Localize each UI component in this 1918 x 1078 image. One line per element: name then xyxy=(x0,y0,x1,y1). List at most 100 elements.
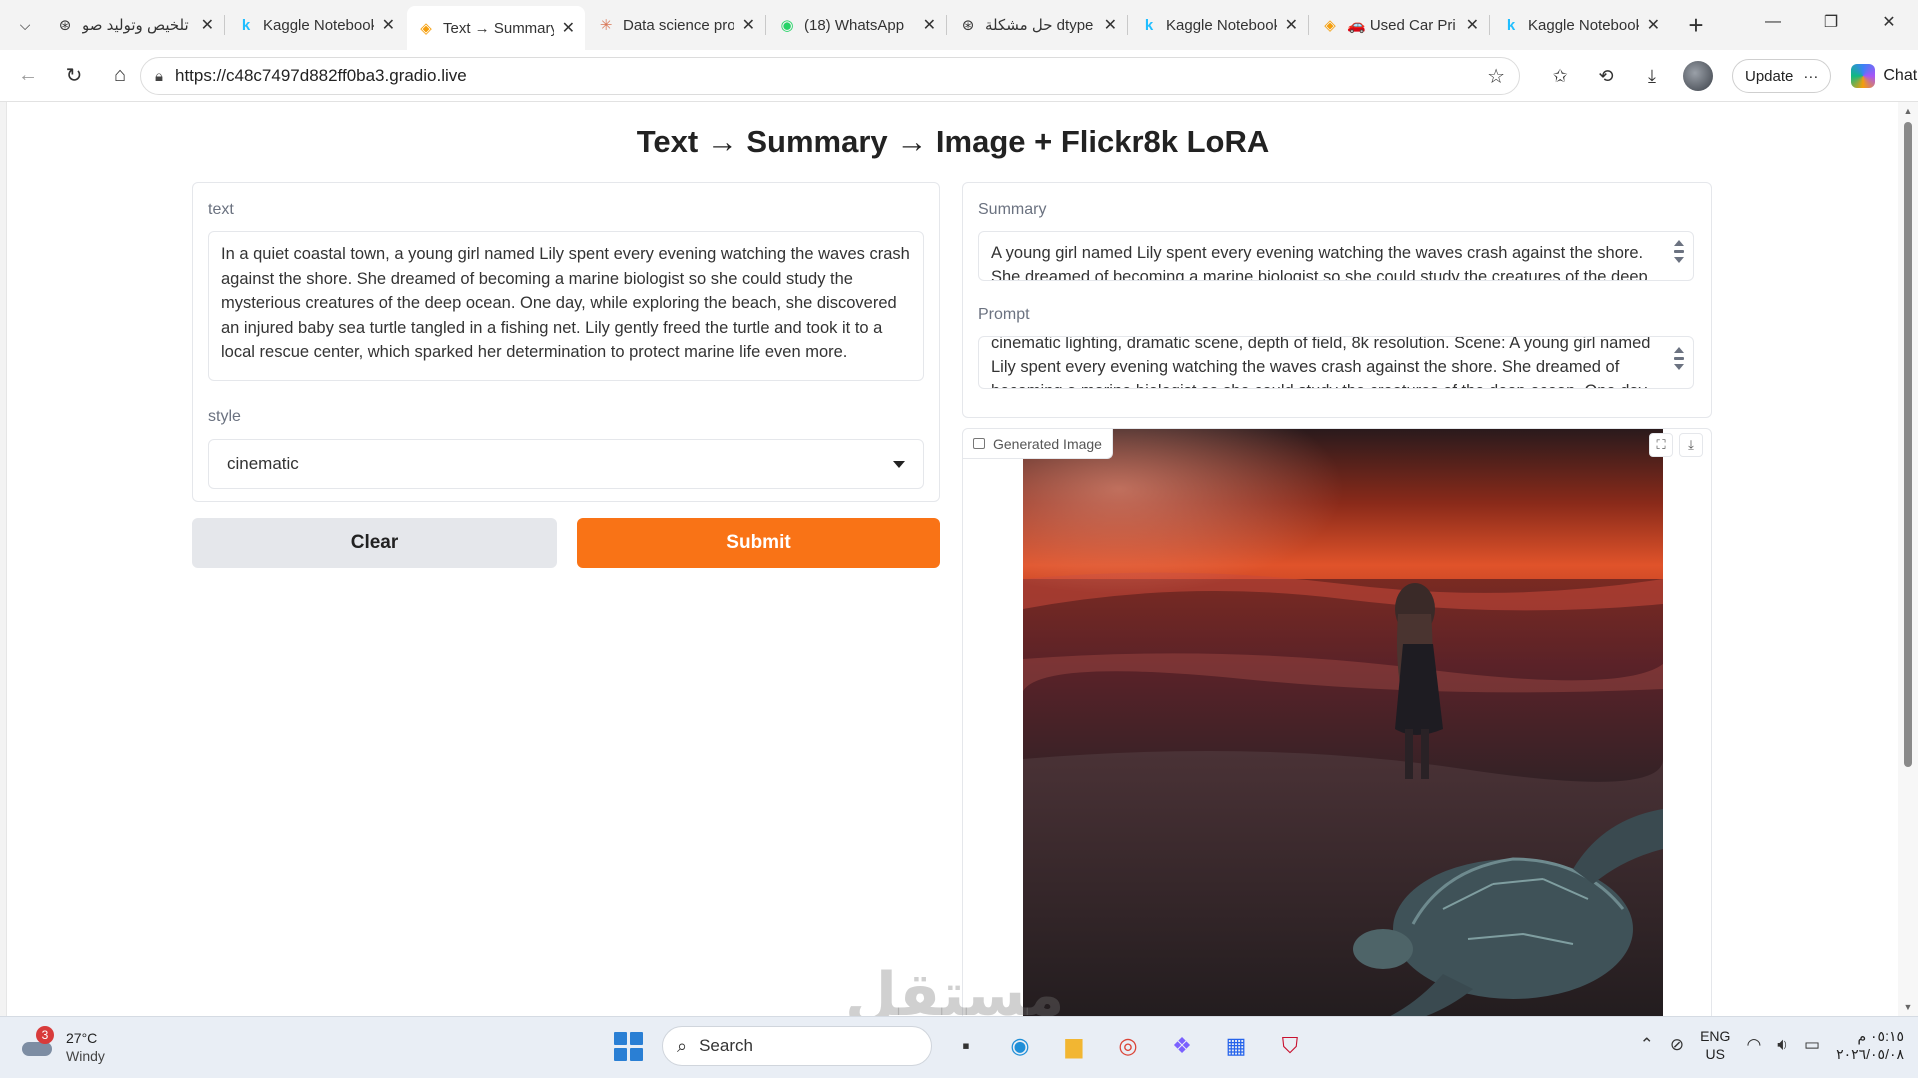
language-indicator[interactable]: ENG US xyxy=(1700,1027,1730,1063)
task-view-button[interactable]: ▪ xyxy=(946,1026,986,1066)
close-tab-icon[interactable]: ✕ xyxy=(382,15,395,35)
close-tab-icon[interactable]: ✕ xyxy=(1104,15,1117,35)
search-icon: ⌕ xyxy=(677,1035,688,1056)
close-tab-icon[interactable]: ✕ xyxy=(201,15,214,35)
language-line2: US xyxy=(1705,1046,1725,1062)
chevron-up-icon[interactable]: ⌃ xyxy=(1640,1035,1654,1055)
store-icon[interactable]: ▦ xyxy=(1216,1026,1256,1066)
copilot-app-icon[interactable]: ❖ xyxy=(1162,1026,1202,1066)
site-info-icon[interactable]: 🔒︎ xyxy=(155,68,163,85)
start-button[interactable] xyxy=(608,1026,648,1066)
submit-button[interactable]: Submit xyxy=(577,518,940,568)
weather-icon: 3 xyxy=(22,1026,56,1060)
close-tab-icon[interactable]: ✕ xyxy=(562,18,575,38)
tab-list-button[interactable]: ⌵ xyxy=(6,6,44,44)
text-input[interactable]: In a quiet coastal town, a young girl na… xyxy=(208,231,924,381)
summary-label: Summary xyxy=(978,201,1047,218)
browser-tab[interactable]: ◉ (18) WhatsApp ✕ xyxy=(768,6,946,44)
prompt-output[interactable]: cinematic lighting, dramatic scene, dept… xyxy=(978,336,1694,389)
file-explorer-icon[interactable]: ▆ xyxy=(1054,1026,1094,1066)
input-panel: text In a quiet coastal town, a young gi… xyxy=(192,182,940,502)
close-tab-icon[interactable]: ✕ xyxy=(1647,15,1660,35)
plus-icon: + xyxy=(1688,9,1704,40)
gradio-icon: ◈ xyxy=(420,20,432,37)
close-tab-icon[interactable]: ✕ xyxy=(1285,15,1298,35)
restore-button[interactable]: ❐ xyxy=(1802,0,1860,44)
image-actions: ⛶ ⤓ xyxy=(1649,433,1703,457)
caret-down-icon xyxy=(893,460,905,468)
scroll-up-icon[interactable]: ▲ xyxy=(1902,106,1914,116)
battery-icon[interactable]: ▭ xyxy=(1804,1035,1820,1055)
more-icon: ··· xyxy=(1803,67,1819,85)
tab-title: حل مشكلة dtype xyxy=(985,17,1094,34)
wifi-icon[interactable]: ◠ xyxy=(1746,1035,1761,1055)
tab-title: Kaggle Notebook xyxy=(1166,16,1277,34)
download-icon: ⤓ xyxy=(1648,65,1656,86)
system-tray: ⌃ ⊘ ENG US ◠ 🔉︎ ▭ ٠٥:١٥ م ٢٠٢٦/٠٥/٠٨ xyxy=(1640,1027,1904,1063)
volume-icon[interactable]: 🔉︎ xyxy=(1777,1035,1788,1055)
tab-separator xyxy=(765,15,766,35)
scroll-spinner-icon[interactable] xyxy=(1673,240,1685,263)
taskbar-search[interactable]: ⌕ Search xyxy=(662,1026,932,1066)
style-label: style xyxy=(208,408,241,425)
browser-tab[interactable]: ◈ Text → Summary ✕ xyxy=(407,6,585,50)
favorites-icon: ✩ xyxy=(1552,65,1568,86)
tab-separator xyxy=(224,15,225,35)
history-button[interactable]: ⟲ xyxy=(1586,56,1626,96)
history-icon: ⟲ xyxy=(1598,65,1614,86)
address-bar[interactable]: 🔒︎ https://c48c7497d882ff0ba3.gradio.liv… xyxy=(140,57,1520,95)
prompt-label: Prompt xyxy=(978,306,1030,323)
browser-tab[interactable]: ✳ Data science pro ✕ xyxy=(587,6,765,44)
prompt-text: cinematic lighting, dramatic scene, dept… xyxy=(991,336,1651,388)
home-icon: ⌂ xyxy=(113,64,127,86)
edge-icon[interactable]: ◉ xyxy=(1000,1026,1040,1066)
avatar xyxy=(1683,61,1713,91)
clear-button[interactable]: Clear xyxy=(192,518,557,568)
generated-image[interactable] xyxy=(1023,429,1663,1016)
minimize-button[interactable]: — xyxy=(1744,0,1802,44)
new-tab-button[interactable]: + xyxy=(1678,7,1714,43)
gradio-icon: ◈ xyxy=(1324,17,1336,34)
scrollbar-thumb[interactable] xyxy=(1904,122,1912,767)
downloads-button[interactable]: ⤓ xyxy=(1632,56,1672,96)
browser-tab[interactable]: ⊛ حل مشكلة dtype ✕ xyxy=(949,6,1127,44)
fullscreen-button[interactable]: ⛶ xyxy=(1649,433,1673,457)
page-scrollbar[interactable]: ▲ ▼ xyxy=(1898,102,1918,1016)
close-tab-icon[interactable]: ✕ xyxy=(1466,15,1479,35)
update-button[interactable]: Update ··· xyxy=(1732,59,1832,93)
home-button[interactable]: ⌂ xyxy=(100,56,140,96)
close-window-button[interactable]: ✕ xyxy=(1860,0,1918,44)
arrow-left-icon: ← xyxy=(18,64,38,86)
profile-button[interactable] xyxy=(1678,56,1718,96)
kaggle-icon: k xyxy=(1506,16,1516,34)
favorites-button[interactable]: ✩ xyxy=(1540,56,1580,96)
mcafee-icon[interactable]: ⛉ xyxy=(1270,1026,1310,1066)
scroll-spinner-icon[interactable] xyxy=(1673,347,1685,370)
close-tab-icon[interactable]: ✕ xyxy=(923,15,936,35)
browser-tab[interactable]: ⊛ تلخيص وتوليد صو ✕ xyxy=(46,6,224,44)
copilot-chat-button[interactable]: Chat xyxy=(1851,64,1917,88)
weather-widget[interactable]: 3 27°C Windy xyxy=(22,1026,105,1065)
openai-icon: ⊛ xyxy=(961,17,975,34)
star-icon[interactable]: ☆ xyxy=(1487,64,1505,89)
browser-tab[interactable]: k Kaggle Notebook ✕ xyxy=(227,6,405,44)
no-sync-icon[interactable]: ⊘ xyxy=(1670,1035,1684,1055)
browser-tab[interactable]: k Kaggle Notebook ✕ xyxy=(1130,6,1308,44)
close-tab-icon[interactable]: ✕ xyxy=(742,15,755,35)
tab-separator xyxy=(1127,15,1128,35)
style-dropdown[interactable]: cinematic xyxy=(208,439,924,489)
reload-button[interactable]: ↻ xyxy=(54,56,94,96)
browser-tab[interactable]: k Kaggle Notebook ✕ xyxy=(1492,6,1670,44)
windows-taskbar: 3 27°C Windy ⌕ Search ▪ ◉ ▆ ◎ ❖ ▦ ⛉ ⌃ ⊘ … xyxy=(0,1016,1918,1078)
scroll-down-icon[interactable]: ▼ xyxy=(1902,1002,1914,1012)
browser-tab[interactable]: ◈ 🚗 Used Car Pri ✕ xyxy=(1311,6,1489,44)
url-text[interactable]: https://c48c7497d882ff0ba3.gradio.live xyxy=(175,66,1487,86)
tab-title: Data science pro xyxy=(623,16,734,34)
download-image-button[interactable]: ⤓ xyxy=(1679,433,1703,457)
chrome-icon[interactable]: ◎ xyxy=(1108,1026,1148,1066)
summary-output[interactable]: A young girl named Lily spent every even… xyxy=(978,231,1694,281)
back-button[interactable]: ← xyxy=(8,56,48,96)
clock[interactable]: ٠٥:١٥ م ٢٠٢٦/٠٥/٠٨ xyxy=(1836,1027,1904,1063)
tab-separator xyxy=(1489,15,1490,35)
style-selected-value: cinematic xyxy=(227,454,299,473)
